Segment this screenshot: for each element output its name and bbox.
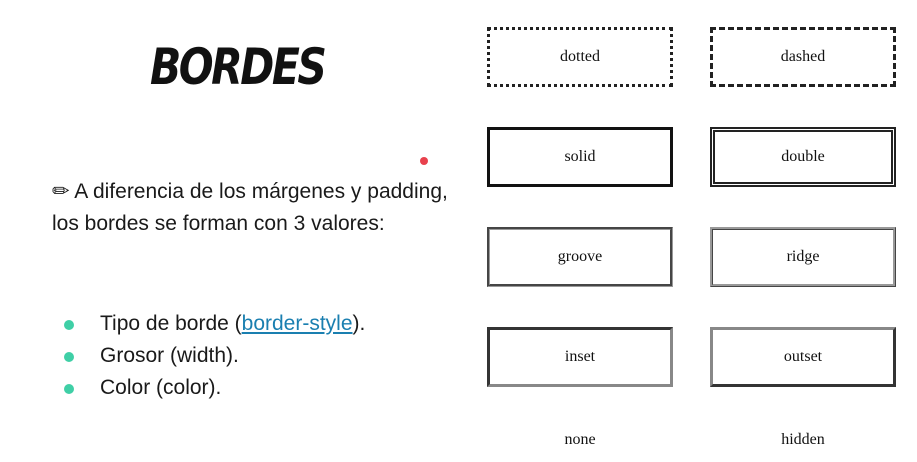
border-example-none: none bbox=[564, 431, 596, 448]
list-item-text: Tipo de borde ( bbox=[100, 312, 242, 335]
border-style-link[interactable]: border-style bbox=[242, 312, 353, 335]
list-item-text: Color (color). bbox=[100, 376, 222, 399]
border-example-ridge: ridge bbox=[710, 227, 896, 287]
list-item: Color (color). bbox=[62, 372, 365, 404]
border-example-outset: outset bbox=[710, 327, 896, 387]
bullet-icon bbox=[64, 352, 74, 362]
border-example-solid: solid bbox=[487, 127, 673, 187]
border-example-inset: inset bbox=[487, 327, 673, 387]
list-item-text: ). bbox=[352, 312, 366, 335]
bullet-icon bbox=[64, 320, 74, 330]
pointer-dot bbox=[420, 157, 428, 165]
border-example-double: double bbox=[710, 127, 896, 187]
list-item-text: Grosor (width). bbox=[100, 344, 239, 367]
bullet-icon bbox=[64, 384, 74, 394]
border-example-groove: groove bbox=[487, 227, 673, 287]
list-item: Tipo de borde (border-style). bbox=[62, 308, 365, 340]
list-item: Grosor (width). bbox=[62, 340, 365, 372]
page-title: BORDES bbox=[150, 38, 327, 96]
intro-text: ✏ A diferencia de los márgenes y padding… bbox=[52, 180, 448, 235]
border-example-dotted: dotted bbox=[487, 27, 673, 87]
border-example-hidden: hidden bbox=[781, 431, 825, 448]
border-example-dashed: dashed bbox=[710, 27, 896, 87]
bullet-list: Tipo de borde (border-style). Grosor (wi… bbox=[62, 308, 365, 404]
